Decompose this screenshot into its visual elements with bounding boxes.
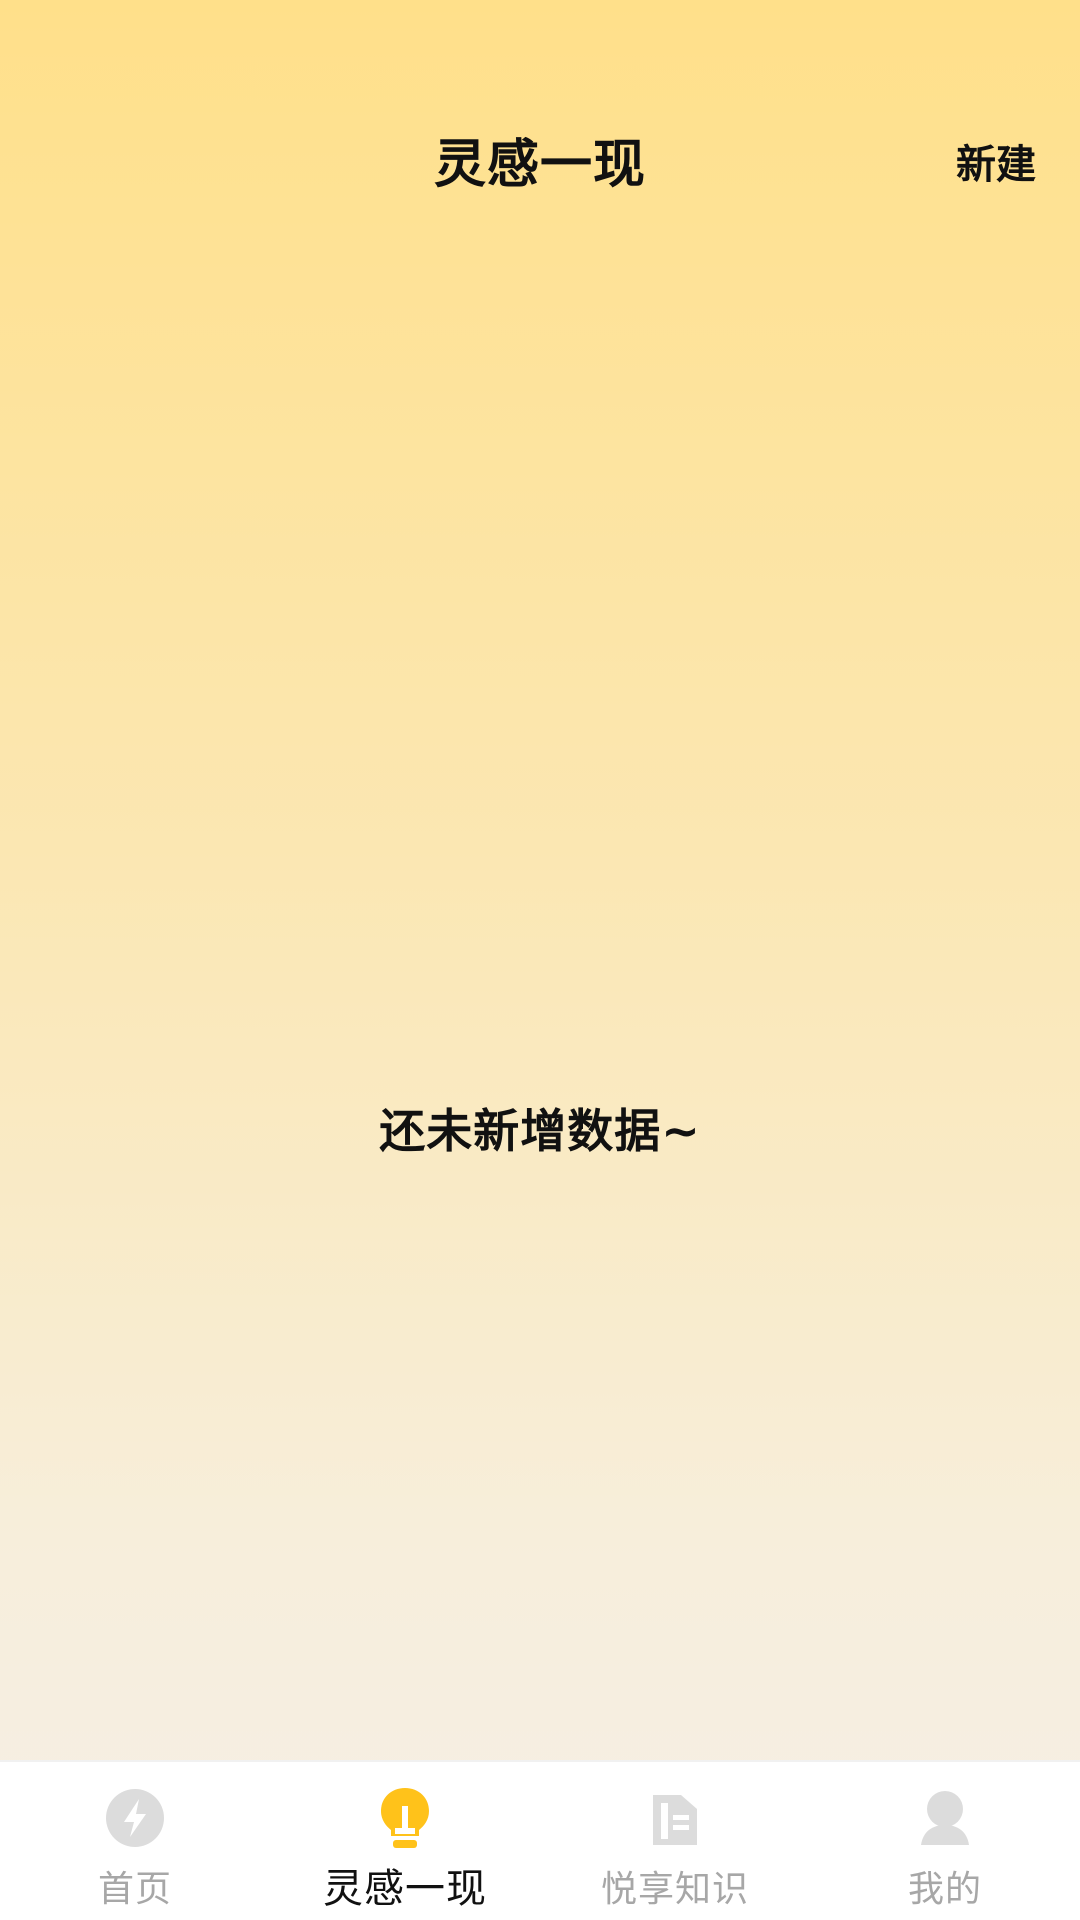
user-icon — [913, 1786, 977, 1850]
new-button[interactable]: 新建 — [956, 134, 1036, 196]
document-icon — [643, 1786, 707, 1850]
lightbulb-icon — [373, 1786, 437, 1850]
page-title: 灵感一现 — [433, 135, 646, 195]
tab-home[interactable]: 首页 — [0, 1762, 270, 1920]
tab-knowledge[interactable]: 悦享知识 — [540, 1762, 810, 1920]
empty-state-message: 还未新增数据~ — [379, 1104, 701, 1158]
bottom-tab-bar: 首页 灵感一现 悦享知识 我的 — [0, 1760, 1080, 1920]
lightning-icon — [103, 1786, 167, 1850]
tab-knowledge-label: 悦享知识 — [600, 1869, 749, 1910]
tab-inspiration-label: 灵感一现 — [323, 1866, 487, 1912]
app-screen: 灵感一现 新建 还未新增数据~ 首页 灵感一现 悦享知识 我的 — [0, 0, 1080, 1920]
tab-home-label: 首页 — [97, 1869, 172, 1910]
tab-inspiration[interactable]: 灵感一现 — [270, 1762, 540, 1920]
header: 灵感一现 新建 — [0, 120, 1080, 210]
tab-profile-label: 我的 — [907, 1869, 982, 1910]
tab-profile[interactable]: 我的 — [810, 1762, 1080, 1920]
